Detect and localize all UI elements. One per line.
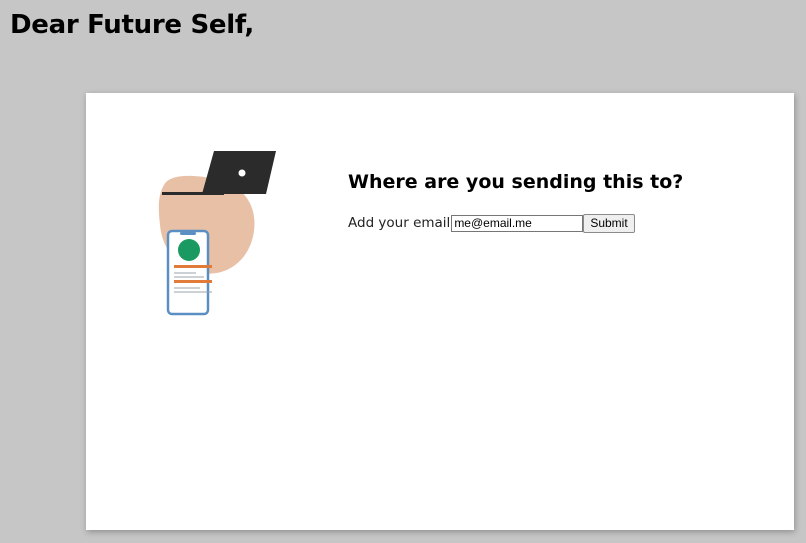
page-title: Dear Future Self, xyxy=(10,10,254,40)
email-label: Add your email xyxy=(348,215,451,231)
illustration xyxy=(158,151,276,316)
email-form: Add your email Submit xyxy=(348,213,635,233)
form-heading: Where are you sending this to? xyxy=(348,171,684,193)
smartphone-icon xyxy=(166,229,212,316)
email-input[interactable] xyxy=(451,214,584,232)
main-card: Where are you sending this to? Add your … xyxy=(86,93,794,530)
submit-button[interactable]: Submit xyxy=(583,213,635,233)
